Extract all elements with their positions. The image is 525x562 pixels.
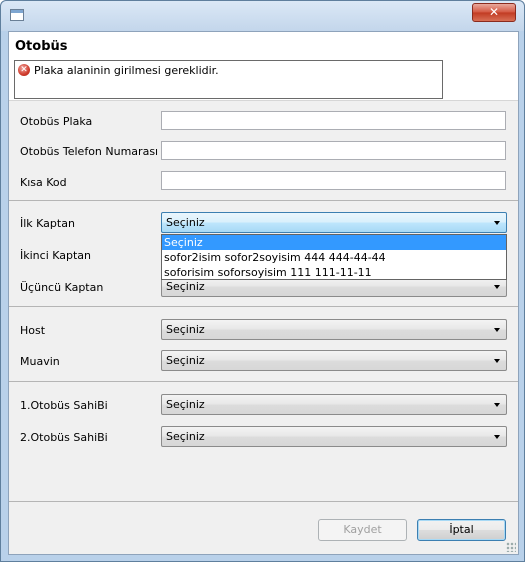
dropdown-option[interactable]: soforisim soforsoyisim 111 111-11-11: [162, 265, 506, 280]
chevron-down-icon: [494, 285, 500, 289]
sahibi1-select[interactable]: Seçiniz: [161, 394, 507, 415]
chevron-down-icon: [494, 328, 500, 332]
section-divider: [9, 501, 518, 502]
title-bar[interactable]: ✕: [1, 1, 524, 31]
window-app-icon: [10, 9, 24, 21]
ilk-kaptan-label: İlk Kaptan: [20, 217, 75, 230]
chevron-down-icon: [494, 359, 500, 363]
sahibi2-label: 2.Otobüs SahiBi: [20, 431, 108, 444]
chevron-down-icon: [494, 435, 500, 439]
plaka-input[interactable]: [161, 111, 506, 130]
dialog-header: Otobüs ✕ Plaka alaninin girilmesi gerekl…: [9, 32, 518, 101]
dropdown-option[interactable]: sofor2isim sofor2soyisim 444 444-44-44: [162, 250, 506, 265]
host-label: Host: [20, 324, 46, 337]
close-button[interactable]: ✕: [472, 3, 516, 22]
host-value: Seçiniz: [166, 323, 205, 336]
dialog-client: Otobüs ✕ Plaka alaninin girilmesi gerekl…: [8, 31, 519, 555]
ucuncu-kaptan-label: Üçüncü Kaptan: [20, 281, 104, 294]
ucuncu-kaptan-value: Seçiniz: [166, 280, 205, 293]
error-summary-box: ✕ Plaka alaninin girilmesi gereklidir.: [14, 60, 443, 99]
section-divider: [9, 306, 518, 307]
sahibi2-value: Seçiniz: [166, 430, 205, 443]
kisa-kod-label: Kısa Kod: [20, 176, 67, 189]
muavin-value: Seçiniz: [166, 354, 205, 367]
error-message: Plaka alaninin girilmesi gereklidir.: [34, 64, 219, 77]
chevron-down-icon: [494, 221, 500, 225]
ikinci-kaptan-label: İkinci Kaptan: [20, 249, 92, 262]
sahibi1-label: 1.Otobüs SahiBi: [20, 399, 108, 412]
save-button[interactable]: Kaydet: [318, 519, 407, 541]
section-divider: [9, 200, 518, 201]
muavin-select[interactable]: Seçiniz: [161, 350, 507, 371]
sahibi1-value: Seçiniz: [166, 398, 205, 411]
ilk-kaptan-dropdown-list: Seçiniz sofor2isim sofor2soyisim 444 444…: [161, 234, 507, 280]
resize-grip-icon[interactable]: [506, 542, 516, 552]
sahibi2-select[interactable]: Seçiniz: [161, 426, 507, 447]
plaka-label: Otobüs Plaka: [20, 115, 93, 128]
cancel-button[interactable]: İptal: [417, 519, 506, 541]
host-select[interactable]: Seçiniz: [161, 319, 507, 340]
ilk-kaptan-value: Seçiniz: [166, 216, 205, 229]
kisa-kod-input[interactable]: [161, 171, 506, 190]
section-divider: [9, 381, 518, 382]
chevron-down-icon: [494, 403, 500, 407]
dropdown-option[interactable]: Seçiniz: [162, 235, 506, 250]
error-icon: ✕: [18, 64, 30, 76]
muavin-label: Muavin: [20, 355, 60, 368]
dialog-window: ✕ Otobüs ✕ Plaka alaninin girilmesi gere…: [0, 0, 525, 562]
page-title: Otobüs: [15, 39, 68, 54]
telefon-label: Otobüs Telefon Numarası: [20, 145, 159, 158]
ilk-kaptan-select[interactable]: Seçiniz: [161, 212, 507, 233]
telefon-input[interactable]: [161, 141, 506, 160]
otobus-form: Otobüs Plaka Otobüs Telefon Numarası Kıs…: [9, 101, 518, 554]
